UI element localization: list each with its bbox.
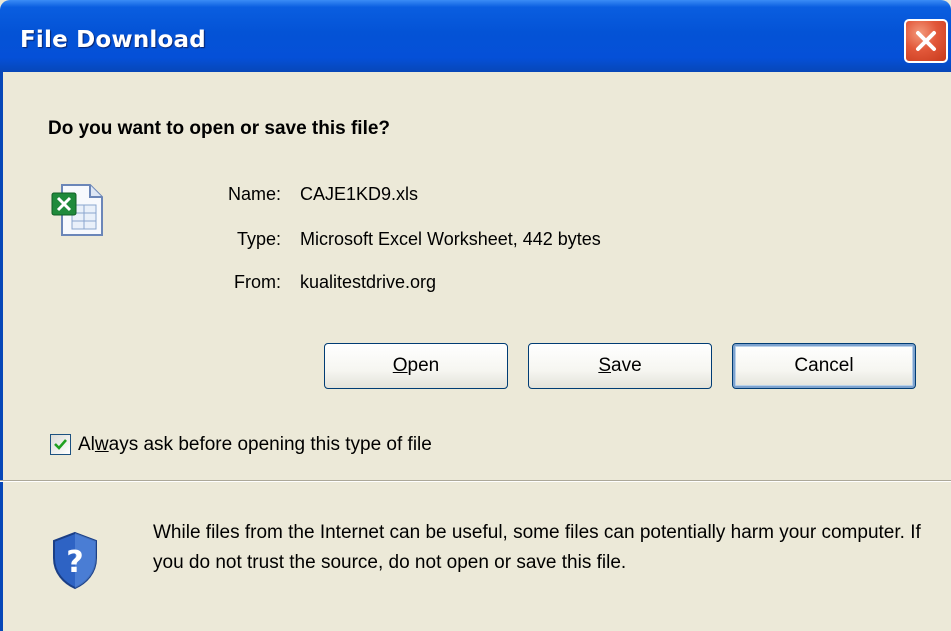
excel-file-icon	[51, 184, 103, 236]
cancel-label: Cancel	[794, 355, 854, 376]
file-source-value: kualitestdrive.org	[300, 272, 437, 292]
type-label: Type:	[236, 229, 281, 249]
dialog-question: Do you want to open or save this file?	[48, 118, 391, 139]
shield-icon: ?	[53, 531, 97, 590]
close-button[interactable]	[904, 19, 948, 63]
always-ask-mnemonic: w	[94, 434, 109, 455]
divider	[0, 480, 951, 482]
open-label-rest: pen	[407, 355, 440, 376]
save-label-rest: ave	[611, 355, 642, 376]
always-ask-label[interactable]: Always ask before opening this type of f…	[78, 434, 432, 456]
open-mnemonic: O	[392, 355, 408, 376]
save-mnemonic: S	[598, 355, 612, 376]
always-ask-checkbox[interactable]	[50, 434, 71, 455]
security-warning-text: While files from the Internet can be use…	[153, 522, 921, 573]
title-bar[interactable]: File Download	[0, 0, 951, 72]
open-button[interactable]: Open	[324, 343, 508, 389]
from-label: From:	[234, 272, 281, 292]
always-ask-prefix: Al	[78, 434, 95, 455]
cancel-button[interactable]: Cancel	[732, 343, 916, 389]
close-icon	[916, 31, 936, 51]
always-ask-rest: ays ask before opening this type of file	[108, 434, 432, 455]
window-title: File Download	[20, 27, 206, 53]
file-name-value: CAJE1KD9.xls	[300, 184, 419, 204]
svg-text:?: ?	[66, 545, 83, 580]
file-type-value: Microsoft Excel Worksheet, 442 bytes	[300, 229, 601, 249]
save-button[interactable]: Save	[528, 343, 712, 389]
checkmark-icon	[54, 439, 67, 450]
name-label: Name:	[227, 184, 281, 204]
